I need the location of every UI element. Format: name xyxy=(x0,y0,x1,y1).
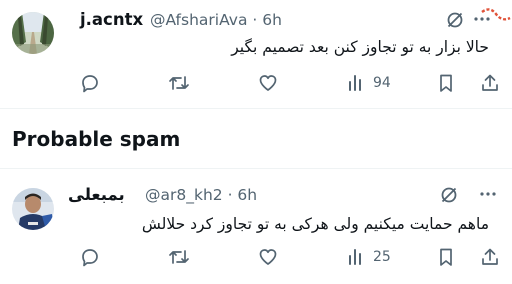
avatar[interactable] xyxy=(12,12,54,54)
bookmark-icon[interactable] xyxy=(437,73,455,97)
author-handle-time[interactable]: @ar8_kh2 · 6h xyxy=(145,186,257,204)
author-name[interactable]: بمبعلی xyxy=(68,185,125,204)
repost-icon[interactable] xyxy=(168,247,190,271)
repost-icon[interactable] xyxy=(168,73,190,97)
divider xyxy=(0,108,512,109)
section-title: Probable spam xyxy=(12,127,181,151)
annotation-mark xyxy=(480,4,512,28)
author-name[interactable]: j.acntx xyxy=(80,10,143,29)
tweet-actions: 94 xyxy=(0,68,512,98)
like-icon[interactable] xyxy=(258,73,278,97)
tweet-header: j.acntx @AfshariAva · 6h xyxy=(68,8,512,32)
share-icon[interactable] xyxy=(480,247,500,271)
author-handle-time[interactable]: @AfshariAva · 6h xyxy=(150,11,282,29)
views-count[interactable]: 94 xyxy=(373,75,391,91)
tweet[interactable]: j.acntx @AfshariAva · 6h حالا بزار به تو… xyxy=(0,0,512,110)
reply-icon[interactable] xyxy=(80,247,100,271)
divider xyxy=(0,168,512,169)
tweet-text: حالا بزار به تو تجاوز کنن بعد تصمیم بگیر xyxy=(231,38,489,56)
grok-icon[interactable] xyxy=(446,11,464,33)
tweet-text: ماهم حمایت میکنیم ولی هرکی به تو تجاوز ک… xyxy=(141,215,489,233)
tweet[interactable]: بمبعلی @ar8_kh2 · 6h ماهم حمایت میکنیم و… xyxy=(0,177,512,284)
views-icon[interactable] xyxy=(346,73,366,97)
views-count[interactable]: 25 xyxy=(373,249,391,265)
reply-icon[interactable] xyxy=(80,73,100,97)
views-icon[interactable] xyxy=(346,247,366,271)
avatar[interactable] xyxy=(12,188,54,230)
tweet-header: بمبعلی @ar8_kh2 · 6h xyxy=(68,183,512,207)
tweet-actions: 25 xyxy=(0,242,512,272)
more-options-icon[interactable] xyxy=(478,185,498,207)
grok-icon[interactable] xyxy=(440,186,458,208)
share-icon[interactable] xyxy=(480,73,500,97)
like-icon[interactable] xyxy=(258,247,278,271)
bookmark-icon[interactable] xyxy=(437,247,455,271)
